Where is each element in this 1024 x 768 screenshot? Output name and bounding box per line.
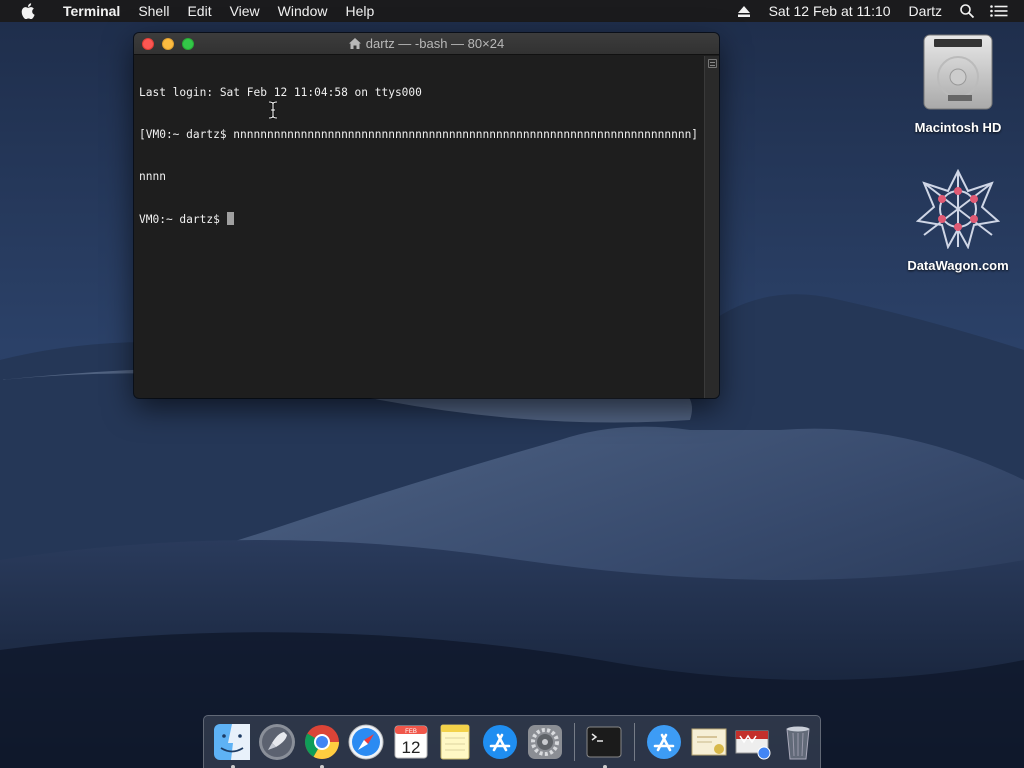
menu-bar: Terminal Shell Edit View Window Help Sat… — [0, 0, 1024, 22]
terminal-output[interactable]: Last login: Sat Feb 12 11:04:58 on ttys0… — [134, 56, 704, 398]
window-title: dartz — -bash — 80×24 — [365, 36, 505, 51]
terminal-line: [VM0:~ dartz$ nnnnnnnnnnnnnnnnnnnnnnnnnn… — [139, 128, 699, 141]
trash-icon — [786, 726, 810, 760]
dock-safari[interactable] — [347, 722, 386, 762]
notification-center-icon[interactable] — [988, 0, 1010, 22]
menu-window[interactable]: Window — [269, 0, 337, 22]
star-network-icon — [915, 168, 1001, 250]
dock-certificate[interactable] — [689, 722, 728, 762]
menubar-clock[interactable]: Sat 12 Feb at 11:10 — [760, 0, 900, 22]
menu-view[interactable]: View — [221, 0, 269, 22]
menu-shell[interactable]: Shell — [129, 0, 178, 22]
terminal-window[interactable]: dartz — -bash — 80×24 Last login: Sat Fe… — [134, 33, 719, 398]
dock-notes[interactable] — [436, 722, 475, 762]
dock-calendar[interactable]: FEB 12 — [392, 722, 431, 762]
dock-launchpad[interactable] — [258, 722, 297, 762]
apple-menu-icon[interactable] — [18, 0, 38, 22]
terminal-icon — [586, 726, 622, 758]
maximize-window-button[interactable] — [182, 38, 194, 50]
dock-separator — [574, 723, 575, 761]
dock-chrome[interactable] — [302, 722, 341, 768]
calendar-icon: FEB 12 — [394, 725, 428, 759]
window-titlebar[interactable]: dartz — -bash — 80×24 — [134, 33, 719, 55]
home-folder-icon — [348, 38, 361, 49]
dock-applications[interactable] — [645, 722, 684, 762]
hard-drive-icon — [923, 34, 993, 110]
dock: FEB 12 — [203, 715, 821, 768]
terminal-line: nnnn — [139, 170, 166, 183]
desktop-icon-datawagon[interactable]: DataWagon.com — [898, 168, 1018, 273]
certificate-icon — [691, 728, 726, 756]
finder-icon — [214, 724, 251, 760]
downloads-icon — [735, 730, 771, 760]
menubar-user[interactable]: Dartz — [900, 0, 951, 22]
dock-downloads[interactable] — [734, 722, 773, 762]
dock-system-preferences[interactable] — [525, 722, 564, 762]
close-window-button[interactable] — [142, 38, 154, 50]
dock-terminal[interactable] — [585, 722, 624, 768]
terminal-line: Last login: Sat Feb 12 11:04:58 on ttys0… — [139, 86, 422, 99]
app-store-folder-icon — [646, 725, 681, 759]
ibeam-cursor-icon — [268, 101, 278, 119]
terminal-prompt: VM0:~ dartz$ — [139, 213, 227, 226]
dock-trash[interactable] — [778, 722, 817, 762]
menu-help[interactable]: Help — [336, 0, 383, 22]
desktop-icon-label: Macintosh HD — [914, 120, 1002, 135]
dock-app-store[interactable] — [481, 722, 520, 762]
compass-icon — [348, 724, 384, 760]
spotlight-search-icon[interactable] — [956, 0, 978, 22]
chrome-icon — [304, 725, 339, 759]
minimize-window-button[interactable] — [162, 38, 174, 50]
calendar-day: 12 — [401, 738, 420, 757]
rocket-icon — [258, 724, 295, 760]
eject-icon[interactable] — [733, 0, 755, 22]
notes-icon — [440, 724, 470, 760]
desktop-icon-label: DataWagon.com — [907, 258, 1009, 273]
dock-finder[interactable] — [213, 722, 252, 768]
vertical-scrollbar[interactable] — [704, 56, 719, 398]
desktop-icon-macintosh-hd[interactable]: Macintosh HD — [898, 33, 1018, 135]
app-store-icon — [483, 725, 518, 759]
calendar-month: FEB — [405, 729, 417, 735]
menu-edit[interactable]: Edit — [178, 0, 220, 22]
menu-app-terminal[interactable]: Terminal — [54, 0, 129, 22]
dock-separator — [633, 723, 635, 761]
text-cursor — [226, 212, 234, 225]
split-pane-icon[interactable] — [708, 59, 717, 68]
gear-icon — [527, 725, 562, 759]
